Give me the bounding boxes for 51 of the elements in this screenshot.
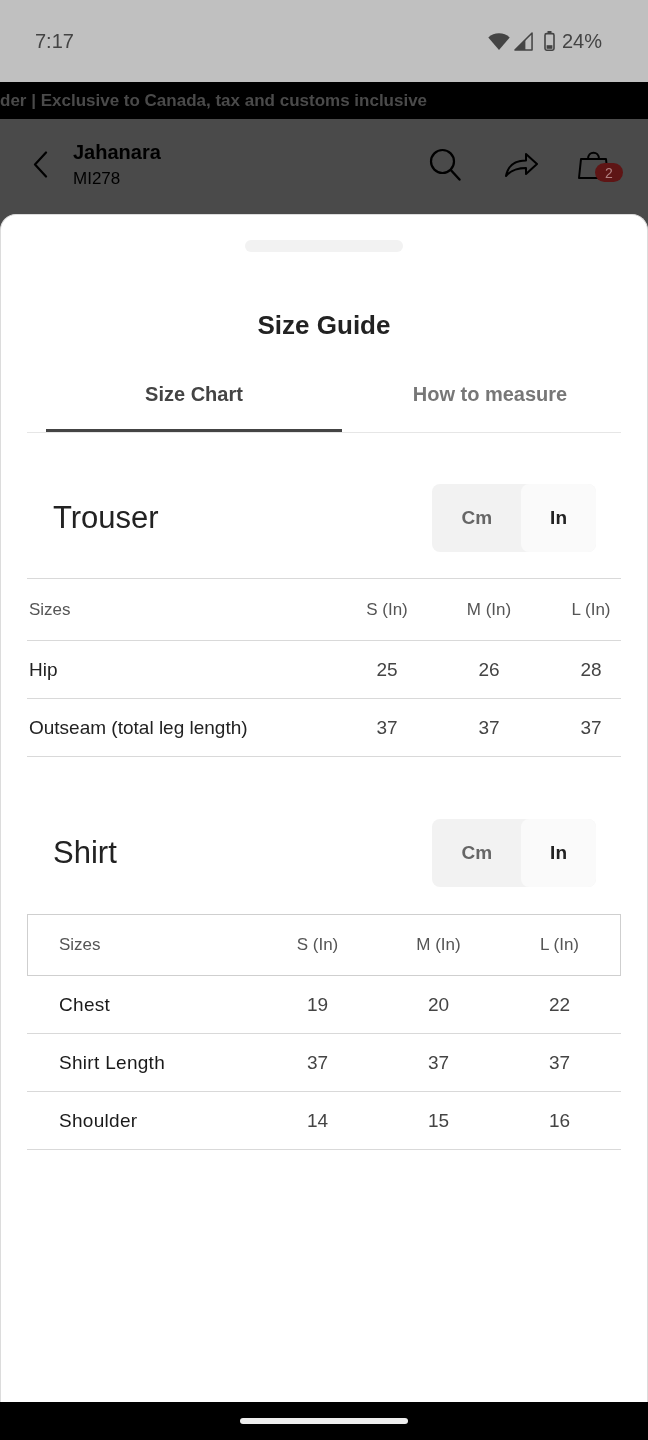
battery-percent: 24% [561,29,602,53]
row-label: Shoulder [59,1109,139,1132]
table-cell-text: 37 [477,716,501,739]
column-header: S (In) [295,935,340,955]
column-header: M (In) [415,935,462,955]
unit-toggle[interactable]: Cm In [432,484,596,552]
column-header: L (In) [570,599,612,620]
table-cell-text: 26 [477,658,501,681]
product-title: Jahanara [73,140,161,164]
row-label: Chest [59,993,112,1016]
table-cell-text: 37 [547,1051,572,1074]
table-cell-text: 15 [426,1109,451,1132]
row-label: Outseam (total leg length) [29,716,249,739]
table-cell-text: 19 [305,993,330,1016]
table-cell-text: 37 [375,716,399,739]
back-icon[interactable] [33,151,48,178]
section-title: Shirt [53,835,117,871]
table-cell-text: 37 [579,716,603,739]
promo-text: der | Exclusive to Canada, tax and customs inclusive [0,90,428,111]
unit-option[interactable]: In [521,484,596,552]
column-header: Sizes [59,935,102,955]
table-cell-text: 37 [426,1051,451,1074]
unit-option[interactable]: Cm [432,484,522,552]
table-cell-text: 25 [375,658,399,681]
battery-icon [543,31,555,51]
cart-count-badge: 2 [595,163,623,182]
signal-icon [513,31,533,51]
unit-toggle[interactable]: Cm In [432,819,596,887]
wifi-icon [487,32,510,50]
column-header: Sizes [29,599,72,620]
table-cell-text: 14 [305,1109,330,1132]
sheet-title: Size Guide [256,309,392,341]
tab[interactable]: How to measure [342,372,638,432]
tab[interactable]: Size Chart [46,372,342,432]
section-title: Trouser [53,500,159,536]
table-cell-text: 22 [547,993,572,1016]
column-header: M (In) [465,599,513,620]
search-icon[interactable] [429,148,461,181]
table-cell-text: 37 [305,1051,330,1074]
product-code: MI278 [73,168,121,189]
share-icon[interactable] [504,151,539,178]
row-label: Shirt Length [59,1051,167,1074]
unit-option[interactable]: Cm [432,819,522,887]
table-cell-text: 28 [579,658,603,681]
table-cell-text: 20 [426,993,451,1016]
table-cell-text: 16 [547,1109,572,1132]
column-header: L (In) [538,935,580,955]
column-header: S (In) [365,599,409,620]
clock-time: 7:17 [35,29,74,53]
unit-option[interactable]: In [521,819,596,887]
row-label: Hip [29,658,59,681]
